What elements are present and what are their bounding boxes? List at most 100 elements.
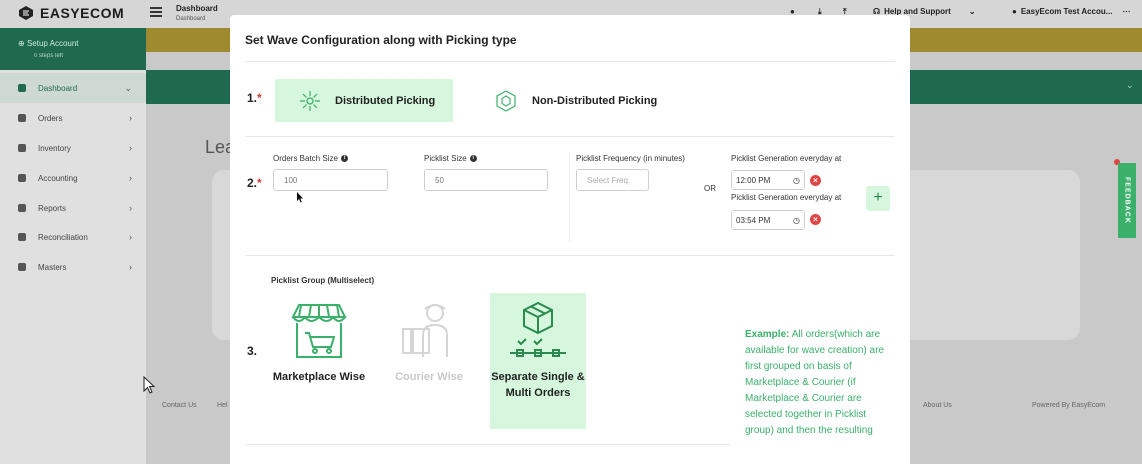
chevron-down-icon: ⌄ <box>968 7 976 16</box>
brand-name: EASYECOM <box>40 5 125 21</box>
orders-batch-size-input[interactable]: 100 <box>273 169 388 191</box>
setup-sub: 0 steps left <box>34 53 64 59</box>
chevron-right-icon: › <box>129 203 132 213</box>
sidebar-item-masters[interactable]: Masters › <box>0 252 146 282</box>
easyecom-logo-icon <box>19 6 33 20</box>
example-prefix: Example: <box>745 329 790 340</box>
setup-title: Setup Account <box>26 39 79 48</box>
setup-account-banner[interactable]: ⊕ Setup Account 0 steps left <box>0 28 146 70</box>
example-text: All orders(which are available for wave … <box>745 329 884 436</box>
generation-time-1-label: Picklist Generation everyday at <box>731 154 842 163</box>
sidebar-item-reports[interactable]: Reports › <box>0 193 146 223</box>
footer-contact-link[interactable]: Contact Us <box>162 402 197 409</box>
chevron-right-icon: › <box>129 232 132 242</box>
example-description: Example: All orders(which are available … <box>745 327 885 439</box>
step-2-label: 2.* <box>247 176 262 190</box>
footer-powered: Powered By EasyEcom <box>1032 402 1106 409</box>
step-number: 1. <box>247 91 258 105</box>
clock-icon[interactable]: ◷ <box>793 176 800 185</box>
divider <box>245 136 895 137</box>
picklist-frequency-select[interactable]: Select Freq. <box>576 169 649 191</box>
generation-time-1-input[interactable]: 12:00 PM ◷ <box>731 170 805 190</box>
divider <box>245 255 895 256</box>
group-courier-wise[interactable]: Courier Wise <box>381 293 477 385</box>
footer-about-link[interactable]: About Us <box>923 402 952 409</box>
storefront-cart-icon <box>291 304 347 358</box>
inventory-icon <box>18 144 26 152</box>
sidebar-item-dashboard[interactable]: Dashboard ⌄ <box>0 73 146 103</box>
distributed-network-icon <box>300 90 320 111</box>
breadcrumb-title: Dashboard <box>176 4 218 13</box>
setup-icon: ⊕ <box>18 39 27 48</box>
clock-icon[interactable]: ◷ <box>793 216 800 225</box>
menu-toggle-icon[interactable] <box>150 7 162 17</box>
remove-time-1-button[interactable]: × <box>810 175 821 186</box>
remove-time-2-button[interactable]: × <box>810 214 821 225</box>
group-marketplace-wise[interactable]: Marketplace Wise <box>271 293 367 385</box>
orders-icon <box>18 114 26 122</box>
chevron-right-icon: › <box>129 262 132 272</box>
non-distributed-picking-label: Non-Distributed Picking <box>532 94 658 107</box>
picklist-size-input[interactable]: 50 <box>424 169 548 191</box>
picklist-frequency-label: Picklist Frequency (in minutes) <box>576 154 685 163</box>
chevron-down-icon[interactable]: ⌄ <box>1126 80 1134 91</box>
sidebar-item-label: Reconciliation <box>38 232 88 242</box>
footer-help-link[interactable]: Hel <box>217 402 228 409</box>
step-3-label: 3. <box>247 344 258 358</box>
account-label: EasyEcom Test Accou... <box>1020 7 1113 16</box>
step-number: 2. <box>247 176 258 190</box>
brand-logo[interactable]: EASYECOM <box>18 5 124 21</box>
group-label: Separate Single & Multi Orders <box>491 371 585 399</box>
divider <box>245 61 895 62</box>
sidebar-item-label: Inventory <box>38 143 71 153</box>
more-icon: ⋯ <box>1122 7 1131 16</box>
feedback-tab[interactable]: FEEDBACK <box>1118 163 1136 238</box>
add-time-button[interactable]: + <box>866 186 890 211</box>
sidebar-item-orders[interactable]: Orders › <box>0 103 146 133</box>
account-menu[interactable]: ● EasyEcom Test Accou... ⋯ <box>1012 7 1130 16</box>
distributed-picking-option[interactable]: Distributed Picking <box>275 79 453 122</box>
courier-person-icon <box>402 304 448 357</box>
user-icon: ● <box>1012 7 1017 16</box>
info-icon[interactable]: i <box>340 155 348 162</box>
breadcrumb-sub: Dashboard <box>176 16 206 22</box>
picklist-group-label: Picklist Group (Multiselect) <box>271 276 375 285</box>
label-text: Orders Batch Size <box>273 154 338 163</box>
required-star: * <box>257 91 262 105</box>
divider <box>245 444 730 445</box>
orders-batch-size-label: Orders Batch Size i <box>273 154 348 163</box>
reconciliation-icon <box>18 233 26 241</box>
generation-time-2-input[interactable]: 03:54 PM ◷ <box>731 210 805 230</box>
time-value: 03:54 PM <box>736 215 771 225</box>
accounting-icon <box>18 174 26 182</box>
label-text: Picklist Size <box>424 154 467 163</box>
sidebar-item-label: Dashboard <box>38 83 78 93</box>
wave-config-modal: Set Wave Configuration along with Pickin… <box>230 15 910 464</box>
reports-icon <box>18 204 26 212</box>
info-icon[interactable]: i <box>469 155 477 162</box>
cube-network-icon <box>496 89 516 112</box>
group-label: Marketplace Wise <box>272 371 366 383</box>
chevron-down-icon: ⌄ <box>124 82 132 93</box>
sidebar-item-reconciliation[interactable]: Reconciliation › <box>0 222 146 252</box>
step-1-label: 1.* <box>247 91 262 105</box>
mouse-cursor-icon <box>143 376 155 394</box>
masters-icon <box>18 263 26 271</box>
non-distributed-picking-option[interactable]: Non-Distributed Picking <box>470 79 690 122</box>
or-separator: OR <box>704 184 716 193</box>
divider <box>569 152 570 242</box>
required-star: * <box>257 176 262 190</box>
package-flow-icon <box>510 301 566 357</box>
breadcrumb: Dashboard Dashboard <box>176 4 218 24</box>
dashboard-icon <box>18 84 26 92</box>
picklist-size-label: Picklist Size i <box>424 154 477 163</box>
mouse-cursor-icon <box>297 192 303 203</box>
chevron-right-icon: › <box>129 113 132 123</box>
group-label: Courier Wise <box>395 371 463 383</box>
sidebar-item-label: Masters <box>38 262 67 272</box>
time-value: 12:00 PM <box>736 175 771 185</box>
sidebar-item-accounting[interactable]: Accounting › <box>0 163 146 193</box>
group-separate-single-multi[interactable]: Separate Single & Multi Orders <box>490 293 586 429</box>
sidebar-item-inventory[interactable]: Inventory › <box>0 133 146 163</box>
sidebar-item-label: Accounting <box>38 173 78 183</box>
